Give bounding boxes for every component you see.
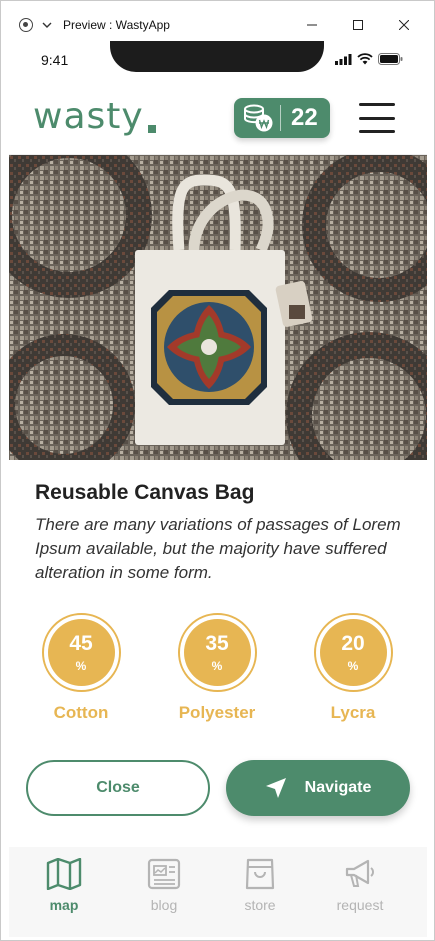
product-description: There are many variations of passages of…: [35, 515, 401, 582]
material-composition: 45 % Cotton 35 % Polyester 20 % Lycra: [9, 613, 427, 725]
material-name: Lycra: [330, 703, 376, 722]
app-logo: wasty: [33, 96, 144, 137]
material-item: 35 % Polyester: [172, 613, 262, 723]
navigation-arrow-icon: [265, 777, 287, 799]
status-bar: 9:41: [9, 41, 427, 81]
material-percent: 45: [69, 631, 93, 655]
battery-icon: [378, 52, 403, 70]
status-time: 9:41: [41, 52, 69, 68]
app-header: wasty 22: [9, 81, 427, 155]
app-icon: [19, 18, 33, 32]
app-window: Preview : WastyApp 9:41 wasty 22 Reusabl…: [0, 0, 435, 941]
hamburger-menu-button[interactable]: [359, 103, 395, 133]
shopping-bag-icon: [220, 855, 300, 893]
tab-store[interactable]: store: [220, 855, 300, 913]
material-percent: 35: [205, 631, 229, 655]
tab-label: store: [244, 897, 276, 913]
device-notch: [110, 41, 324, 72]
product-image: [9, 155, 427, 460]
maximize-button[interactable]: [335, 9, 381, 41]
coins-icon: [240, 98, 276, 138]
window-title: Preview : WastyApp: [63, 18, 170, 32]
minimize-button[interactable]: [289, 9, 335, 41]
map-icon: [24, 855, 104, 893]
material-item: 20 % Lycra: [308, 613, 398, 723]
tote-bag-photo: [9, 155, 427, 460]
navigate-button[interactable]: Navigate: [226, 760, 410, 816]
material-percent-ring: 20 %: [313, 613, 393, 692]
window-titlebar: Preview : WastyApp: [9, 9, 427, 41]
material-name: Polyester: [178, 703, 256, 722]
news-icon: [124, 855, 204, 893]
tab-request[interactable]: request: [320, 855, 400, 913]
percent-unit: %: [75, 658, 87, 673]
material-percent-ring: 35 %: [177, 613, 257, 692]
coins-balance-badge[interactable]: 22: [234, 98, 330, 138]
close-window-button[interactable]: [381, 9, 427, 41]
material-name: Cotton: [53, 703, 109, 722]
logo-dot: [148, 125, 156, 133]
chevron-down-icon[interactable]: [41, 19, 53, 31]
tab-blog[interactable]: blog: [124, 855, 204, 913]
material-percent: 20: [341, 631, 365, 655]
bottom-tab-bar: map blog store request: [9, 847, 427, 937]
product-details: Reusable Canvas Bag There are many varia…: [35, 481, 405, 585]
tab-label: blog: [150, 897, 178, 913]
close-button[interactable]: Close: [26, 760, 210, 816]
tab-map[interactable]: map: [24, 855, 104, 913]
phone-screen: 9:41 wasty 22 Reusable Canvas Bag There …: [9, 41, 427, 937]
signal-icon: [335, 52, 352, 70]
megaphone-icon: [320, 855, 400, 893]
tab-label: map: [49, 897, 79, 913]
material-percent-ring: 45 %: [41, 613, 121, 692]
percent-unit: %: [211, 658, 223, 673]
tab-label: request: [336, 897, 384, 913]
product-title: Reusable Canvas Bag: [35, 481, 255, 504]
wifi-icon: [357, 52, 373, 70]
navigate-label: Navigate: [304, 779, 372, 796]
percent-unit: %: [347, 658, 359, 673]
coins-divider: [280, 105, 281, 131]
material-item: 45 % Cotton: [36, 613, 126, 723]
coins-count: 22: [291, 104, 318, 131]
